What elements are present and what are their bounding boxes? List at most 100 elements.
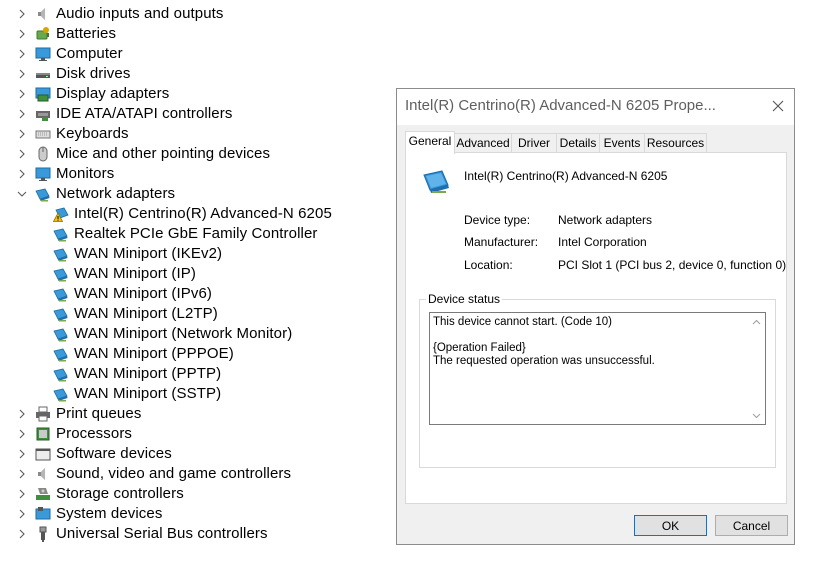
chevron-right-icon (19, 489, 25, 499)
tree-category[interactable]: Audio inputs and outputs (15, 4, 224, 24)
tree-category[interactable]: Storage controllers (15, 484, 184, 504)
tab-driver[interactable]: Driver (511, 133, 557, 152)
system-device-icon (35, 506, 51, 522)
tree-item-label: WAN Miniport (IPv6) (74, 285, 213, 302)
expand-toggle[interactable] (15, 504, 29, 524)
tree-category[interactable]: Software devices (15, 444, 172, 464)
tree-device[interactable]: WAN Miniport (IPv6) (53, 284, 212, 304)
expand-toggle[interactable] (15, 4, 29, 24)
device-type-value: Network adapters (558, 213, 653, 227)
chevron-down-icon (17, 191, 27, 197)
network-adapter-icon (35, 186, 51, 202)
expand-toggle[interactable] (15, 64, 29, 84)
expand-toggle[interactable] (15, 44, 29, 64)
tree-category[interactable]: Mice and other pointing devices (15, 144, 270, 164)
close-icon (772, 100, 784, 112)
mouse-icon (35, 146, 51, 162)
expand-toggle[interactable] (15, 184, 29, 204)
location-label: Location: (464, 258, 513, 272)
ide-controller-icon (35, 106, 51, 122)
tree-item-label: System devices (56, 505, 163, 522)
chevron-right-icon (19, 409, 25, 419)
chevron-right-icon (19, 509, 25, 519)
tree-item-label: Processors (56, 425, 133, 442)
storage-controller-icon (35, 486, 51, 502)
expand-toggle[interactable] (15, 464, 29, 484)
tab-events[interactable]: Events (599, 133, 645, 152)
tree-category[interactable]: Monitors (15, 164, 114, 184)
expand-toggle[interactable] (15, 24, 29, 44)
tree-category[interactable]: Computer (15, 44, 123, 64)
expand-toggle[interactable] (15, 424, 29, 444)
tree-device[interactable]: WAN Miniport (PPTP) (53, 364, 221, 384)
expand-toggle[interactable] (15, 404, 29, 424)
tree-device[interactable]: WAN Miniport (IP) (53, 264, 196, 284)
software-device-icon (35, 446, 51, 462)
manufacturer-value: Intel Corporation (558, 235, 647, 249)
tree-item-label: Storage controllers (56, 485, 184, 502)
tree-item-label: WAN Miniport (L2TP) (74, 305, 218, 322)
monitor-icon (35, 166, 51, 182)
expand-toggle[interactable] (15, 484, 29, 504)
tree-category[interactable]: Sound, video and game controllers (15, 464, 291, 484)
tree-item-label: Keyboards (56, 125, 129, 142)
tree-device[interactable]: Intel(R) Centrino(R) Advanced-N 6205 (53, 204, 332, 224)
chevron-down-icon (752, 413, 761, 418)
expand-toggle[interactable] (15, 84, 29, 104)
chevron-right-icon (19, 149, 25, 159)
chevron-right-icon (19, 449, 25, 459)
status-scrollbar[interactable] (748, 313, 765, 424)
expand-toggle[interactable] (15, 444, 29, 464)
expand-toggle[interactable] (15, 124, 29, 144)
close-button[interactable] (766, 95, 790, 117)
cancel-button[interactable]: Cancel (715, 515, 788, 536)
tree-category[interactable]: Batteries (15, 24, 116, 44)
tree-item-label: Audio inputs and outputs (56, 5, 224, 22)
tree-item-label: WAN Miniport (IP) (74, 265, 196, 282)
tree-item-label: WAN Miniport (IKEv2) (74, 245, 223, 262)
tree-category[interactable]: Network adapters (15, 184, 175, 204)
tree-device[interactable]: WAN Miniport (L2TP) (53, 304, 218, 324)
tree-category[interactable]: IDE ATA/ATAPI controllers (15, 104, 232, 124)
tree-item-label: Print queues (56, 405, 142, 422)
dialog-titlebar[interactable]: Intel(R) Centrino(R) Advanced-N 6205 Pro… (397, 89, 794, 125)
network-adapter-large-icon (420, 165, 452, 197)
device-status-group: Device status This device cannot start. … (419, 292, 776, 468)
tree-device[interactable]: WAN Miniport (IKEv2) (53, 244, 222, 264)
tab-general[interactable]: General (405, 131, 455, 154)
tree-category[interactable]: Universal Serial Bus controllers (15, 524, 268, 544)
tree-category[interactable]: Processors (15, 424, 132, 444)
expand-toggle[interactable] (15, 164, 29, 184)
tree-device[interactable]: WAN Miniport (SSTP) (53, 384, 221, 404)
status-line (433, 329, 743, 342)
status-line: {Operation Failed} (433, 342, 526, 354)
tree-device[interactable]: WAN Miniport (PPPOE) (53, 344, 234, 364)
tab-resources[interactable]: Resources (644, 133, 707, 152)
device-status-textbox[interactable]: This device cannot start. (Code 10) {Ope… (429, 312, 766, 425)
expand-toggle[interactable] (15, 144, 29, 164)
scroll-up-button[interactable] (748, 313, 765, 330)
tree-category[interactable]: Print queues (15, 404, 141, 424)
chevron-right-icon (19, 89, 25, 99)
tree-device[interactable]: Realtek PCIe GbE Family Controller (53, 224, 317, 244)
monitor-icon (35, 46, 51, 62)
tree-category[interactable]: System devices (15, 504, 162, 524)
scroll-down-button[interactable] (748, 407, 765, 424)
status-line: The requested operation was unsuccessful… (433, 355, 655, 367)
device-name: Intel(R) Centrino(R) Advanced-N 6205 (464, 169, 668, 183)
network-adapter-icon (53, 226, 69, 242)
tab-details[interactable]: Details (556, 133, 600, 152)
tree-device[interactable]: WAN Miniport (Network Monitor) (53, 324, 292, 344)
ok-button[interactable]: OK (634, 515, 707, 536)
tree-category[interactable]: Display adapters (15, 84, 169, 104)
tree-category[interactable]: Keyboards (15, 124, 129, 144)
keyboard-icon (35, 126, 51, 142)
network-adapter-warning-icon (53, 206, 69, 222)
network-adapter-icon (53, 246, 69, 262)
tab-advanced[interactable]: Advanced (454, 133, 512, 152)
processor-icon (35, 426, 51, 442)
network-adapter-icon (53, 386, 69, 402)
expand-toggle[interactable] (15, 104, 29, 124)
tree-category[interactable]: Disk drives (15, 64, 130, 84)
expand-toggle[interactable] (15, 524, 29, 544)
